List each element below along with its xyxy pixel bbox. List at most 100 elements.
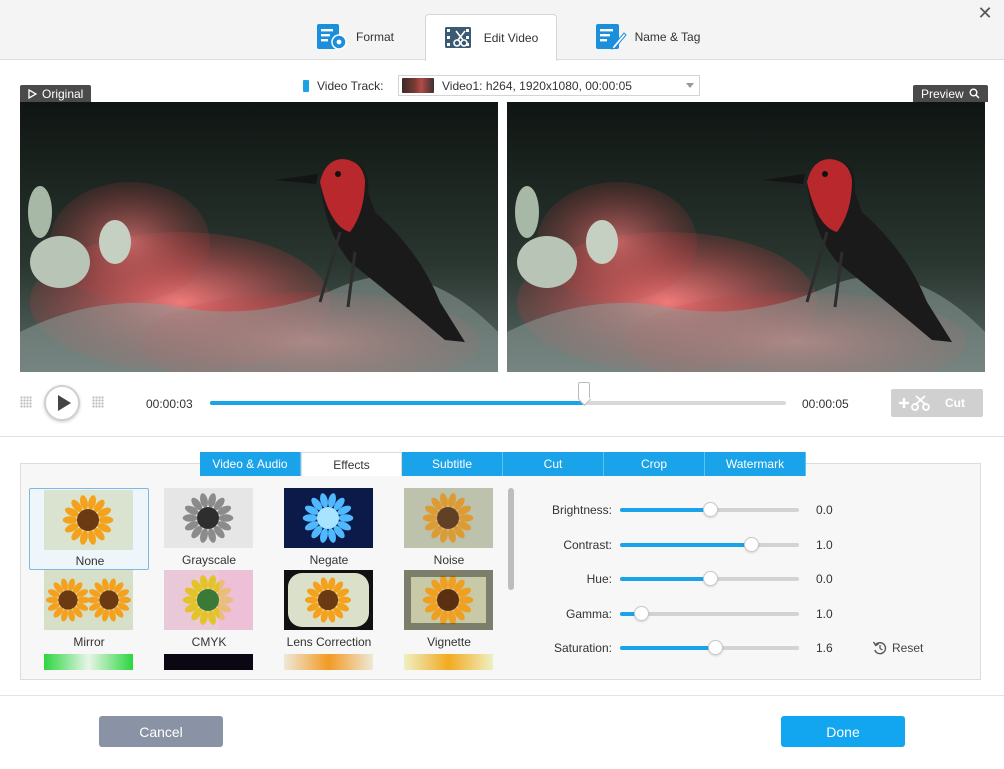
- cancel-button[interactable]: Cancel: [99, 716, 223, 747]
- hue-slider-handle[interactable]: [703, 571, 718, 586]
- add-cut-icon: [899, 395, 930, 411]
- effect-label: Vignette: [427, 635, 471, 649]
- tab-crop[interactable]: Crop: [604, 452, 705, 476]
- effect-vignette[interactable]: Vignette: [389, 570, 509, 652]
- effect-mirror[interactable]: Mirror: [29, 570, 149, 652]
- brightness-value: 0.0: [816, 503, 833, 517]
- preview-video: [507, 102, 985, 372]
- gamma-slider-handle[interactable]: [634, 606, 649, 621]
- video-track-value: Video1: h264, 1920x1080, 00:00:05: [442, 78, 632, 93]
- gamma-value: 1.0: [816, 607, 833, 621]
- saturation-value: 1.6: [816, 641, 833, 655]
- done-button[interactable]: Done: [781, 716, 905, 747]
- reset-label: Reset: [892, 641, 924, 655]
- divider: [0, 436, 1004, 437]
- name-tag-icon: [595, 24, 627, 50]
- saturation-slider-handle[interactable]: [708, 640, 723, 655]
- hue-value: 0.0: [816, 572, 833, 586]
- frame-back-icon[interactable]: [20, 396, 32, 408]
- close-icon[interactable]: ✕: [976, 4, 994, 22]
- video-track-row: Video Track: Video1: h264, 1920x1080, 00…: [303, 75, 700, 96]
- brightness-label: Brightness:: [551, 503, 612, 517]
- effect-thumbnail-partial: [404, 654, 493, 670]
- tab-effects[interactable]: Effects: [301, 452, 402, 476]
- video-track-label: Video Track:: [317, 79, 384, 93]
- effect-thumbnail: [164, 488, 253, 548]
- effect-label: Mirror: [73, 635, 105, 649]
- saturation-slider[interactable]: [620, 640, 799, 655]
- brightness-slider[interactable]: [620, 502, 799, 517]
- brightness-slider-fill: [620, 508, 710, 512]
- frame-forward-icon[interactable]: [92, 396, 104, 408]
- top-bar: ✕ Format Edit Video Name & Tag: [0, 0, 1004, 61]
- reset-button[interactable]: Reset: [872, 640, 923, 656]
- format-settings-icon: [316, 24, 347, 50]
- effect-negate[interactable]: Negate: [269, 488, 389, 570]
- tab-name-tag[interactable]: Name & Tag: [590, 14, 705, 60]
- tab-edit-video[interactable]: Edit Video: [425, 14, 557, 61]
- brightness-slider-handle[interactable]: [703, 502, 718, 517]
- original-video: [20, 102, 498, 372]
- video-track-icon: [303, 80, 309, 92]
- saturation-label: Saturation:: [553, 641, 612, 655]
- tab-watermark[interactable]: Watermark: [705, 452, 806, 476]
- effect-label: None: [75, 554, 105, 568]
- play-icon: [57, 395, 71, 411]
- reset-icon: [872, 641, 887, 655]
- contrast-slider-fill: [620, 543, 751, 547]
- effect-thumbnail: [404, 488, 493, 548]
- effect-thumbnail: [44, 570, 133, 630]
- search-icon: [969, 88, 980, 99]
- effect-lens-correction[interactable]: Lens Correction: [269, 570, 389, 652]
- hue-slider[interactable]: [620, 571, 799, 586]
- effect-label: Lens Correction: [286, 635, 372, 649]
- tab-format[interactable]: Format: [300, 14, 410, 60]
- current-time: 00:00:03: [146, 397, 193, 411]
- gamma-slider[interactable]: [620, 606, 799, 621]
- effect-thumbnail-partial: [164, 654, 253, 670]
- video-track-thumbnail: [402, 78, 434, 93]
- edit-subtabs: Video & Audio Effects Subtitle Cut Crop …: [200, 452, 806, 476]
- effect-noise[interactable]: Noise: [389, 488, 509, 570]
- timeline-handle[interactable]: [578, 382, 590, 399]
- cut-button[interactable]: Cut: [891, 389, 983, 417]
- timeline-progress: [210, 401, 584, 405]
- video-track-select[interactable]: Video1: h264, 1920x1080, 00:00:05: [398, 75, 700, 96]
- tab-name-tag-label: Name & Tag: [634, 30, 701, 44]
- effect-label: Noise: [433, 553, 465, 567]
- effect-none[interactable]: None: [29, 488, 149, 570]
- contrast-slider-handle[interactable]: [744, 537, 759, 552]
- effect-thumbnail-partial: [44, 654, 133, 670]
- tab-subtitle[interactable]: Subtitle: [402, 452, 503, 476]
- contrast-value: 1.0: [816, 538, 833, 552]
- effect-thumbnail: [164, 570, 253, 630]
- total-time: 00:00:05: [802, 397, 849, 411]
- contrast-slider[interactable]: [620, 537, 799, 552]
- effect-thumbnail: [404, 570, 493, 630]
- preview-pane-label: Preview: [913, 85, 988, 102]
- hue-label: Hue:: [586, 572, 612, 586]
- effect-thumbnail: [284, 570, 373, 630]
- footer-divider: [0, 695, 1004, 696]
- play-button[interactable]: [44, 385, 80, 421]
- hue-slider-fill: [620, 577, 710, 581]
- effect-label: Negate: [309, 553, 349, 567]
- effect-cmyk[interactable]: CMYK: [149, 570, 269, 652]
- timeline-slider[interactable]: [210, 382, 786, 405]
- tab-cut[interactable]: Cut: [503, 452, 604, 476]
- original-pane-label: Original: [20, 85, 92, 102]
- contrast-label: Contrast:: [563, 538, 612, 552]
- effect-label: Grayscale: [181, 553, 237, 567]
- effect-grayscale[interactable]: Grayscale: [149, 488, 269, 570]
- effect-label: CMYK: [191, 635, 227, 649]
- effect-thumbnail-partial: [284, 654, 373, 670]
- cut-button-label: Cut: [945, 396, 965, 410]
- edit-video-icon: [444, 27, 471, 48]
- tab-format-label: Format: [355, 30, 394, 44]
- effect-thumbnail: [44, 490, 133, 550]
- tab-edit-video-label: Edit Video: [483, 31, 539, 45]
- chevron-down-icon: [686, 83, 694, 88]
- effect-thumbnail: [284, 488, 373, 548]
- gamma-label: Gamma:: [565, 607, 612, 621]
- tab-video-audio[interactable]: Video & Audio: [200, 452, 301, 476]
